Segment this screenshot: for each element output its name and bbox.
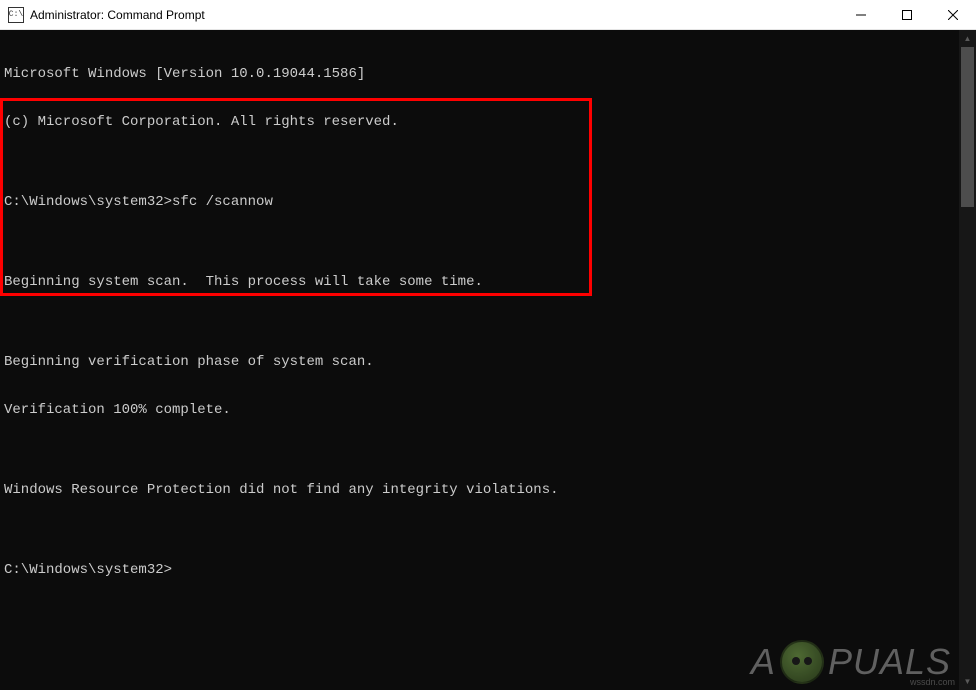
output-line: Beginning system scan. This process will… [0,274,959,290]
maximize-button[interactable] [884,0,930,30]
window-title: Administrator: Command Prompt [30,8,205,22]
prompt-line: C:\Windows\system32> [0,562,959,578]
terminal-wrap: Microsoft Windows [Version 10.0.19044.15… [0,30,976,690]
scrollbar-track[interactable] [959,47,976,673]
output-line: Verification 100% complete. [0,402,959,418]
watermark-face-icon [780,640,824,684]
output-line: (c) Microsoft Corporation. All rights re… [0,114,959,130]
titlebar[interactable]: C:\ Administrator: Command Prompt [0,0,976,30]
watermark-text-right: PUALS [828,654,951,670]
scroll-up-arrow-icon[interactable]: ▲ [959,30,976,47]
vertical-scrollbar[interactable]: ▲ ▼ [959,30,976,690]
attribution-text: wssdn.com [910,674,955,690]
terminal[interactable]: Microsoft Windows [Version 10.0.19044.15… [0,30,959,690]
command-prompt-window: C:\ Administrator: Command Prompt Micros… [0,0,976,505]
minimize-button[interactable] [838,0,884,30]
output-line: Windows Resource Protection did not find… [0,482,959,498]
output-line: Beginning verification phase of system s… [0,354,959,370]
watermark-text-left: A [751,654,776,670]
prompt-line: C:\Windows\system32>sfc /scannow [0,194,959,210]
close-button[interactable] [930,0,976,30]
output-line: Microsoft Windows [Version 10.0.19044.15… [0,66,959,82]
cmd-icon: C:\ [8,7,24,23]
scroll-down-arrow-icon[interactable]: ▼ [959,673,976,690]
scrollbar-thumb[interactable] [961,47,974,207]
